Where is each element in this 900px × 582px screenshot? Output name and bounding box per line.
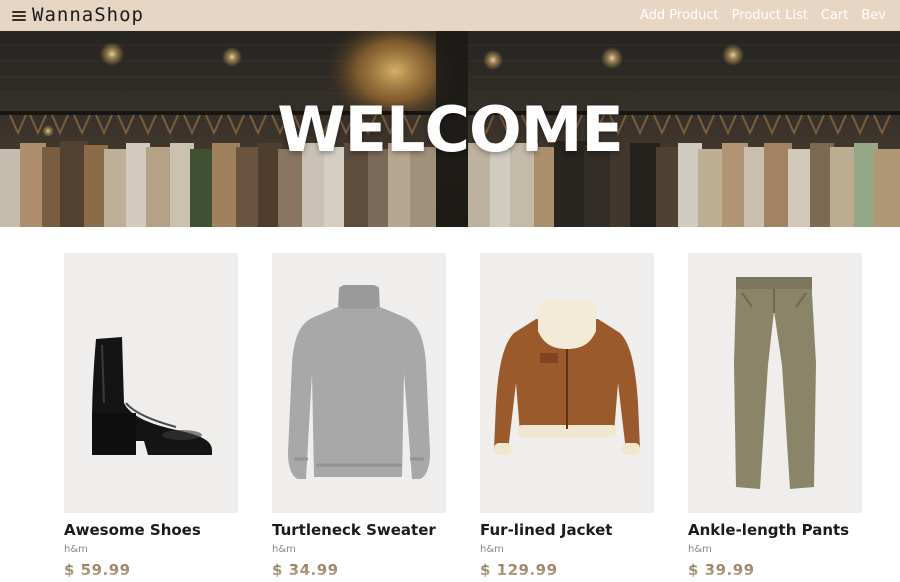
product-price: $ 59.99 [64, 561, 131, 579]
product-brand: h&m [64, 544, 88, 555]
product-brand: h&m [272, 544, 296, 555]
hero-banner: WELCOME [0, 31, 900, 227]
product-image[interactable] [480, 253, 654, 513]
product-brand: h&m [688, 544, 712, 555]
product-image[interactable] [272, 253, 446, 513]
brand-logo-text[interactable]: WannaShop [32, 0, 144, 31]
nav-add-product-link[interactable]: Add Product [640, 8, 719, 23]
product-price: $ 39.99 [688, 561, 755, 579]
product-brand: h&m [480, 544, 504, 555]
nav-user-link[interactable]: Bev [861, 8, 886, 23]
product-price: $ 34.99 [272, 561, 339, 579]
top-navbar: WannaShop Add Product Product List Cart … [0, 0, 900, 31]
nav-product-list-link[interactable]: Product List [732, 8, 808, 23]
fur-lined-jacket-image [494, 299, 640, 455]
nav-links: Add Product Product List Cart Bev [640, 8, 886, 23]
product-name[interactable]: Ankle-length Pants [688, 521, 862, 539]
product-card[interactable]: Awesome Shoes h&m $ 59.99 [64, 253, 238, 579]
brand: WannaShop [12, 0, 144, 31]
product-card[interactable]: Ankle-length Pants h&m $ 39.99 [688, 253, 862, 579]
turtleneck-sweater-image [288, 285, 430, 479]
nav-cart-link[interactable]: Cart [821, 8, 849, 23]
product-price: $ 129.99 [480, 561, 558, 579]
ankle-length-pants-image [734, 277, 816, 489]
product-name[interactable]: Turtleneck Sweater [272, 521, 446, 539]
product-grid: Awesome Shoes h&m $ 59.99 Turtleneck Swe… [64, 253, 864, 579]
product-image[interactable] [64, 253, 238, 513]
product-card[interactable]: Turtleneck Sweater h&m $ 34.99 [272, 253, 446, 579]
product-card[interactable]: Fur-lined Jacket h&m $ 129.99 [480, 253, 654, 579]
product-name[interactable]: Fur-lined Jacket [480, 521, 654, 539]
product-name[interactable]: Awesome Shoes [64, 521, 238, 539]
hamburger-menu-icon[interactable] [12, 10, 26, 21]
ankle-boot-image [92, 337, 212, 455]
product-image[interactable] [688, 253, 862, 513]
hero-title: WELCOME [277, 93, 624, 166]
